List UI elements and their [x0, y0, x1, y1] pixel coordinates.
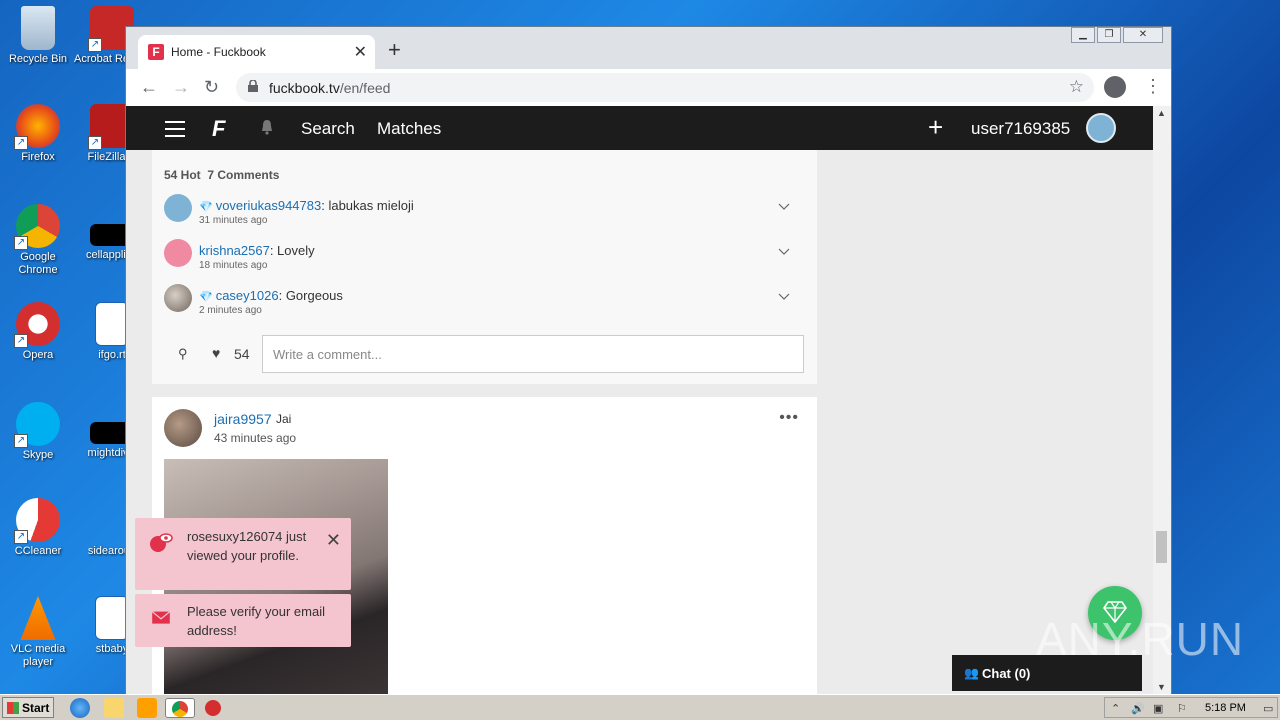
post-card: 54 Hot 7 Comments 💎 voveriukas944783: lab… — [152, 150, 817, 384]
browser-tab[interactable]: F Home - Fuckbook ✕ — [138, 35, 375, 69]
poster-caption: Jai — [276, 412, 292, 426]
scroll-down-icon[interactable]: ▼ — [1157, 682, 1166, 692]
bookmark-star-icon[interactable]: ☆ — [1069, 77, 1084, 97]
pin-icon[interactable]: ⚲ — [178, 346, 188, 362]
toast-close-icon[interactable]: ✕ — [326, 530, 341, 551]
nav-matches-link[interactable]: Matches — [377, 119, 441, 139]
more-options-icon[interactable]: ••• — [779, 409, 799, 427]
post-stats: 54 Hot 7 Comments — [164, 168, 280, 182]
windows-flag-icon — [7, 702, 19, 714]
address-bar[interactable]: fuckbook.tv/en/feed ☆ — [236, 73, 1094, 102]
network-icon[interactable]: ▣ — [1153, 702, 1163, 715]
comment-time: 31 minutes ago — [199, 215, 268, 226]
browser-window: F Home - Fuckbook ✕ + ▁ ❐ ✕ ← → ↻ fuckbo… — [125, 26, 1172, 694]
commenter-avatar[interactable] — [164, 194, 192, 222]
browser-menu-icon[interactable]: ⋮ — [1144, 77, 1162, 95]
bell-icon[interactable] — [259, 119, 275, 135]
comment-item: 💎 voveriukas944783: labukas mieloji 31 mi… — [164, 194, 804, 234]
profile-view-toast: rosesuxy126074 just viewed your profile.… — [135, 518, 351, 590]
profile-icon[interactable] — [1104, 76, 1126, 98]
chat-label: Chat (0) — [982, 666, 1031, 681]
comment-time: 18 minutes ago — [199, 260, 268, 271]
site-favicon-icon: F — [148, 44, 164, 60]
verify-email-toast: Please verify your email address! — [135, 594, 351, 647]
poster-avatar[interactable] — [164, 409, 202, 447]
browser-toolbar: ← → ↻ fuckbook.tv/en/feed ☆ ⋮ — [126, 69, 1171, 106]
commenter-avatar[interactable] — [164, 284, 192, 312]
firefox-icon[interactable]: ↗ Firefox — [0, 104, 76, 164]
like-heart-icon[interactable]: ♥ — [212, 345, 220, 361]
nav-search-link[interactable]: Search — [301, 119, 355, 139]
chevron-down-icon[interactable] — [778, 200, 790, 212]
username-label[interactable]: user7169385 — [971, 119, 1070, 139]
url-text: fuckbook.tv/en/feed — [269, 80, 391, 96]
window-controls: ▁ ❐ ✕ — [1071, 27, 1163, 43]
vlc-icon[interactable]: VLC media player — [0, 596, 76, 669]
reload-icon[interactable]: ↻ — [204, 77, 219, 97]
site-navbar: F Search Matches + user7169385 — [126, 106, 1153, 150]
chevron-down-icon[interactable] — [778, 245, 790, 257]
toast-message: rosesuxy126074 just viewed your profile. — [187, 529, 307, 563]
skype-icon[interactable]: ↗ Skype — [0, 402, 76, 462]
scroll-up-icon[interactable]: ▲ — [1157, 108, 1166, 118]
opera-taskbar-icon[interactable] — [205, 700, 221, 716]
restore-icon[interactable]: ❐ — [1097, 27, 1121, 43]
chevron-down-icon[interactable] — [778, 290, 790, 302]
flag-notify-icon[interactable]: ⚐ — [1177, 702, 1187, 715]
comment-username[interactable]: krishna2567 — [199, 243, 270, 258]
eye-icon — [150, 533, 173, 552]
toast-message: Please verify your email address! — [187, 604, 325, 638]
ie-taskbar-icon[interactable] — [70, 698, 90, 718]
tab-title: Home - Fuckbook — [171, 45, 266, 59]
site-logo[interactable]: F — [212, 116, 225, 142]
comment-time: 2 minutes ago — [199, 305, 262, 316]
comment-item: 💎 casey1026: Gorgeous 2 minutes ago — [164, 284, 804, 324]
forward-icon[interactable]: → — [172, 77, 190, 97]
post-time: 43 minutes ago — [214, 431, 297, 445]
start-button[interactable]: Start — [2, 697, 54, 718]
diamond-icon: 💎 — [199, 201, 213, 213]
comment-text: : Gorgeous — [278, 288, 343, 303]
page-scrollbar[interactable]: ▲ ▼ — [1153, 106, 1171, 694]
taskbar: Start ⌃ 🔊 ▣ ⚐ 5:18 PM ▭ — [0, 694, 1280, 720]
diamond-icon: 💎 — [199, 291, 213, 303]
user-avatar[interactable] — [1086, 113, 1116, 143]
back-icon[interactable]: ← — [140, 77, 158, 97]
explorer-taskbar-icon[interactable] — [104, 698, 124, 718]
close-window-icon[interactable]: ✕ — [1123, 27, 1163, 43]
tab-bar: F Home - Fuckbook ✕ + ▁ ❐ ✕ — [126, 27, 1171, 69]
like-count: 54 — [234, 346, 250, 362]
lock-icon — [248, 80, 258, 92]
new-tab-icon[interactable]: + — [388, 39, 401, 61]
chrome-icon[interactable]: ↗ Google Chrome — [0, 204, 76, 277]
opera-icon[interactable]: ↗ Opera — [0, 302, 76, 362]
show-desktop-icon[interactable]: ▭ — [1263, 702, 1273, 715]
page-viewport: F Search Matches + user7169385 54 Hot 7 … — [126, 106, 1171, 694]
recycle-bin-icon[interactable]: Recycle Bin — [0, 6, 76, 66]
hamburger-menu-icon[interactable] — [165, 121, 185, 137]
users-icon: 👥 — [964, 666, 979, 680]
comment-item: krishna2567: Lovely 18 minutes ago — [164, 239, 804, 279]
post-actions: ⚲ ♥ 54 — [164, 335, 804, 373]
comment-username[interactable]: voveriukas944783 — [216, 198, 322, 213]
add-post-icon[interactable]: + — [928, 114, 943, 140]
minimize-icon[interactable]: ▁ — [1071, 27, 1095, 43]
comment-text: : labukas mieloji — [321, 198, 414, 213]
poster-username[interactable]: jaira9957 — [214, 411, 272, 427]
comment-input[interactable] — [262, 335, 804, 373]
commenter-avatar[interactable] — [164, 239, 192, 267]
comment-text: : Lovely — [269, 243, 315, 258]
scrollbar-thumb[interactable] — [1156, 531, 1167, 563]
chrome-taskbar-icon[interactable] — [165, 698, 195, 718]
mail-icon — [151, 611, 171, 624]
volume-icon[interactable]: 🔊 — [1131, 702, 1145, 715]
tray-expand-icon[interactable]: ⌃ — [1111, 702, 1120, 715]
system-tray: ⌃ 🔊 ▣ ⚐ 5:18 PM ▭ — [1104, 697, 1278, 718]
comment-username[interactable]: casey1026 — [216, 288, 279, 303]
anyrun-watermark: ANY.RUN — [1036, 613, 1245, 665]
clock: 5:18 PM — [1205, 702, 1246, 714]
tab-close-icon[interactable]: ✕ — [354, 42, 367, 62]
ccleaner-icon[interactable]: ↗ CCleaner — [0, 498, 76, 558]
media-player-taskbar-icon[interactable] — [137, 698, 157, 718]
